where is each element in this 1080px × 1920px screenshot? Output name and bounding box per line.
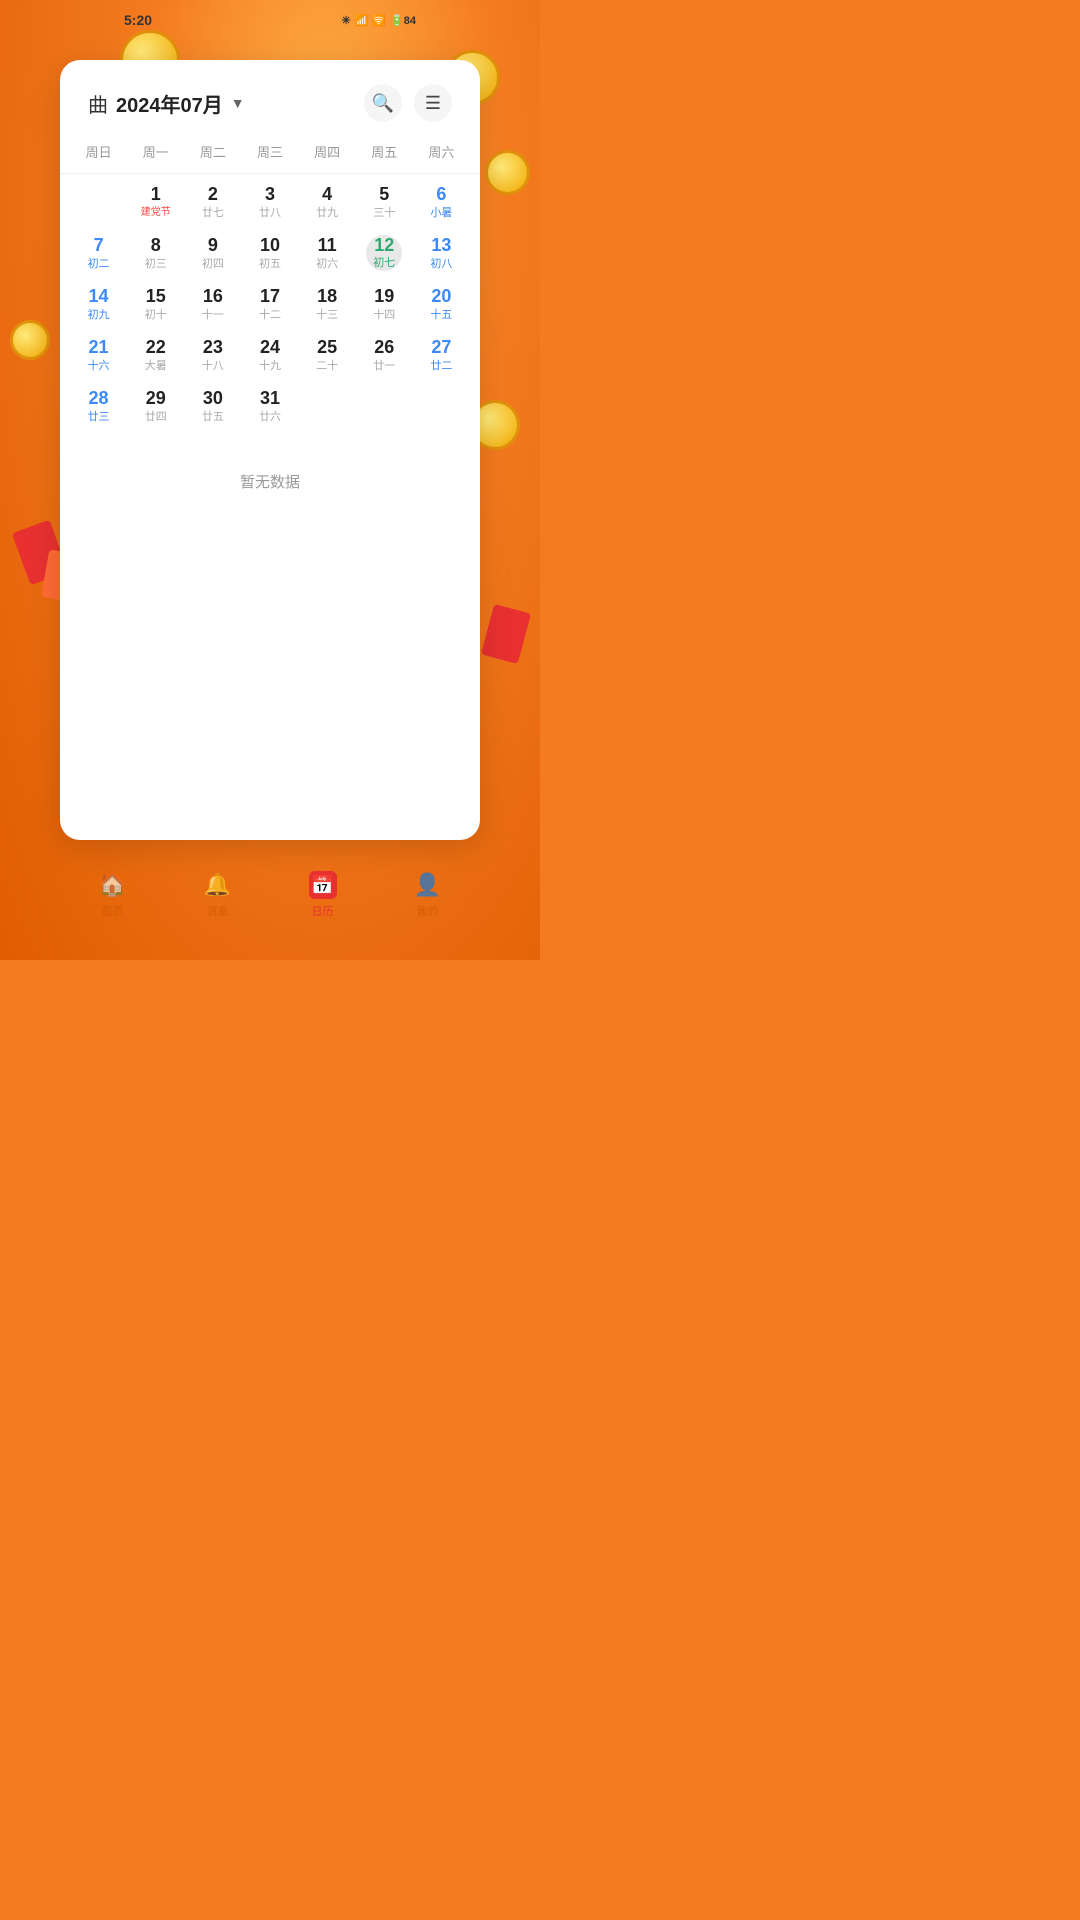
weekday-tue: 周二: [184, 138, 241, 165]
calendar-nav-icon: 📅: [309, 871, 337, 899]
cal-day-empty-4: [413, 382, 470, 431]
cal-day-13[interactable]: 13 初八: [413, 229, 470, 278]
empty-state: 暂无数据: [60, 431, 480, 532]
coin-decoration-4: [485, 150, 530, 195]
coin-decoration-5: [10, 320, 50, 360]
message-icon: 🔔: [204, 871, 232, 899]
nav-item-message[interactable]: 🔔 消息: [204, 871, 232, 919]
cal-day-empty: [70, 178, 127, 227]
cal-day-3[interactable]: 3 廿八: [241, 178, 298, 227]
home-icon: 🏠: [99, 871, 127, 899]
cal-day-24[interactable]: 24 十九: [241, 331, 298, 380]
status-time: 5:20: [124, 12, 152, 28]
wifi-icon: 🛜: [372, 14, 386, 27]
cal-day-21[interactable]: 21 十六: [70, 331, 127, 380]
search-icon: 🔍: [372, 93, 394, 114]
menu-button[interactable]: ☰: [414, 84, 452, 122]
cal-day-5[interactable]: 5 三十: [356, 178, 413, 227]
dropdown-arrow: ▼: [231, 95, 245, 111]
empty-state-text: 暂无数据: [240, 474, 300, 491]
cal-day-23[interactable]: 23 十八: [184, 331, 241, 380]
cal-day-18[interactable]: 18 十三: [299, 280, 356, 329]
nav-item-calendar[interactable]: 📅 日历: [309, 871, 337, 919]
cal-day-2[interactable]: 2 廿七: [184, 178, 241, 227]
cal-day-10[interactable]: 10 初五: [241, 229, 298, 278]
calendar-icon: 曲: [88, 89, 108, 118]
nav-item-home[interactable]: 🏠 首页: [99, 871, 127, 919]
cal-day-6[interactable]: 6 小暑: [413, 178, 470, 227]
cal-day-empty-3: [356, 382, 413, 431]
weekday-wed: 周三: [241, 138, 298, 165]
battery-icon: 🔋84: [390, 14, 416, 27]
cal-day-14[interactable]: 14 初九: [70, 280, 127, 329]
calendar-header: 曲 2024年07月 ▼ 🔍 ☰: [60, 60, 480, 138]
cal-day-26[interactable]: 26 廿一: [356, 331, 413, 380]
cal-day-4[interactable]: 4 廿九: [299, 178, 356, 227]
cal-day-22[interactable]: 22 大暑: [127, 331, 184, 380]
cal-day-29[interactable]: 29 廿四: [127, 382, 184, 431]
weekday-headers: 周日 周一 周二 周三 周四 周五 周六: [60, 138, 480, 165]
month-year-selector[interactable]: 曲 2024年07月 ▼: [88, 89, 245, 118]
weekday-sat: 周六: [413, 138, 470, 165]
cal-day-9[interactable]: 9 初四: [184, 229, 241, 278]
status-bar: 5:20 ✳ 📶 🛜 🔋84: [108, 0, 432, 40]
month-year-text: 2024年07月: [116, 89, 223, 118]
weekday-mon: 周一: [127, 138, 184, 165]
bottom-navigation: 🏠 首页 🔔 消息 📅 日历 👤 我的: [60, 850, 480, 960]
search-button[interactable]: 🔍: [364, 84, 402, 122]
today-circle: 12 初七: [366, 235, 402, 271]
status-icons: ✳ 📶 🛜 🔋84: [341, 14, 416, 27]
menu-icon: ☰: [425, 93, 441, 114]
calendar-card: 曲 2024年07月 ▼ 🔍 ☰ 周日 周一 周二 周三 周四 周五 周六 1 …: [60, 60, 480, 840]
cal-day-16[interactable]: 16 十一: [184, 280, 241, 329]
calendar-actions: 🔍 ☰: [364, 84, 452, 122]
cal-day-1[interactable]: 1 建党节: [127, 178, 184, 227]
cal-day-17[interactable]: 17 十二: [241, 280, 298, 329]
cal-day-20[interactable]: 20 十五: [413, 280, 470, 329]
cal-day-empty-2: [299, 382, 356, 431]
cal-day-15[interactable]: 15 初十: [127, 280, 184, 329]
bluetooth-icon: ✳: [341, 14, 350, 27]
cal-day-7[interactable]: 7 初二: [70, 229, 127, 278]
nav-label-message: 消息: [207, 903, 229, 919]
weekday-fri: 周五: [356, 138, 413, 165]
cal-day-25[interactable]: 25 二十: [299, 331, 356, 380]
cal-day-19[interactable]: 19 十四: [356, 280, 413, 329]
profile-icon: 👤: [414, 871, 442, 899]
cal-day-31[interactable]: 31 廿六: [241, 382, 298, 431]
header-divider: [60, 173, 480, 174]
cal-day-27[interactable]: 27 廿二: [413, 331, 470, 380]
cal-day-28[interactable]: 28 廿三: [70, 382, 127, 431]
cal-day-11[interactable]: 11 初六: [299, 229, 356, 278]
weekday-sun: 周日: [70, 138, 127, 165]
nav-item-profile[interactable]: 👤 我的: [414, 871, 442, 919]
weekday-thu: 周四: [299, 138, 356, 165]
nav-label-profile: 我的: [417, 903, 439, 919]
cal-day-12-today[interactable]: 12 初七: [356, 229, 413, 278]
cal-day-8[interactable]: 8 初三: [127, 229, 184, 278]
nav-label-home: 首页: [102, 903, 124, 919]
cal-day-30[interactable]: 30 廿五: [184, 382, 241, 431]
signal-icon: 📶: [355, 14, 369, 27]
nav-label-calendar: 日历: [312, 903, 334, 919]
calendar-grid: 1 建党节 2 廿七 3 廿八 4 廿九 5 三十 6 小暑 7 初二 8: [60, 178, 480, 431]
